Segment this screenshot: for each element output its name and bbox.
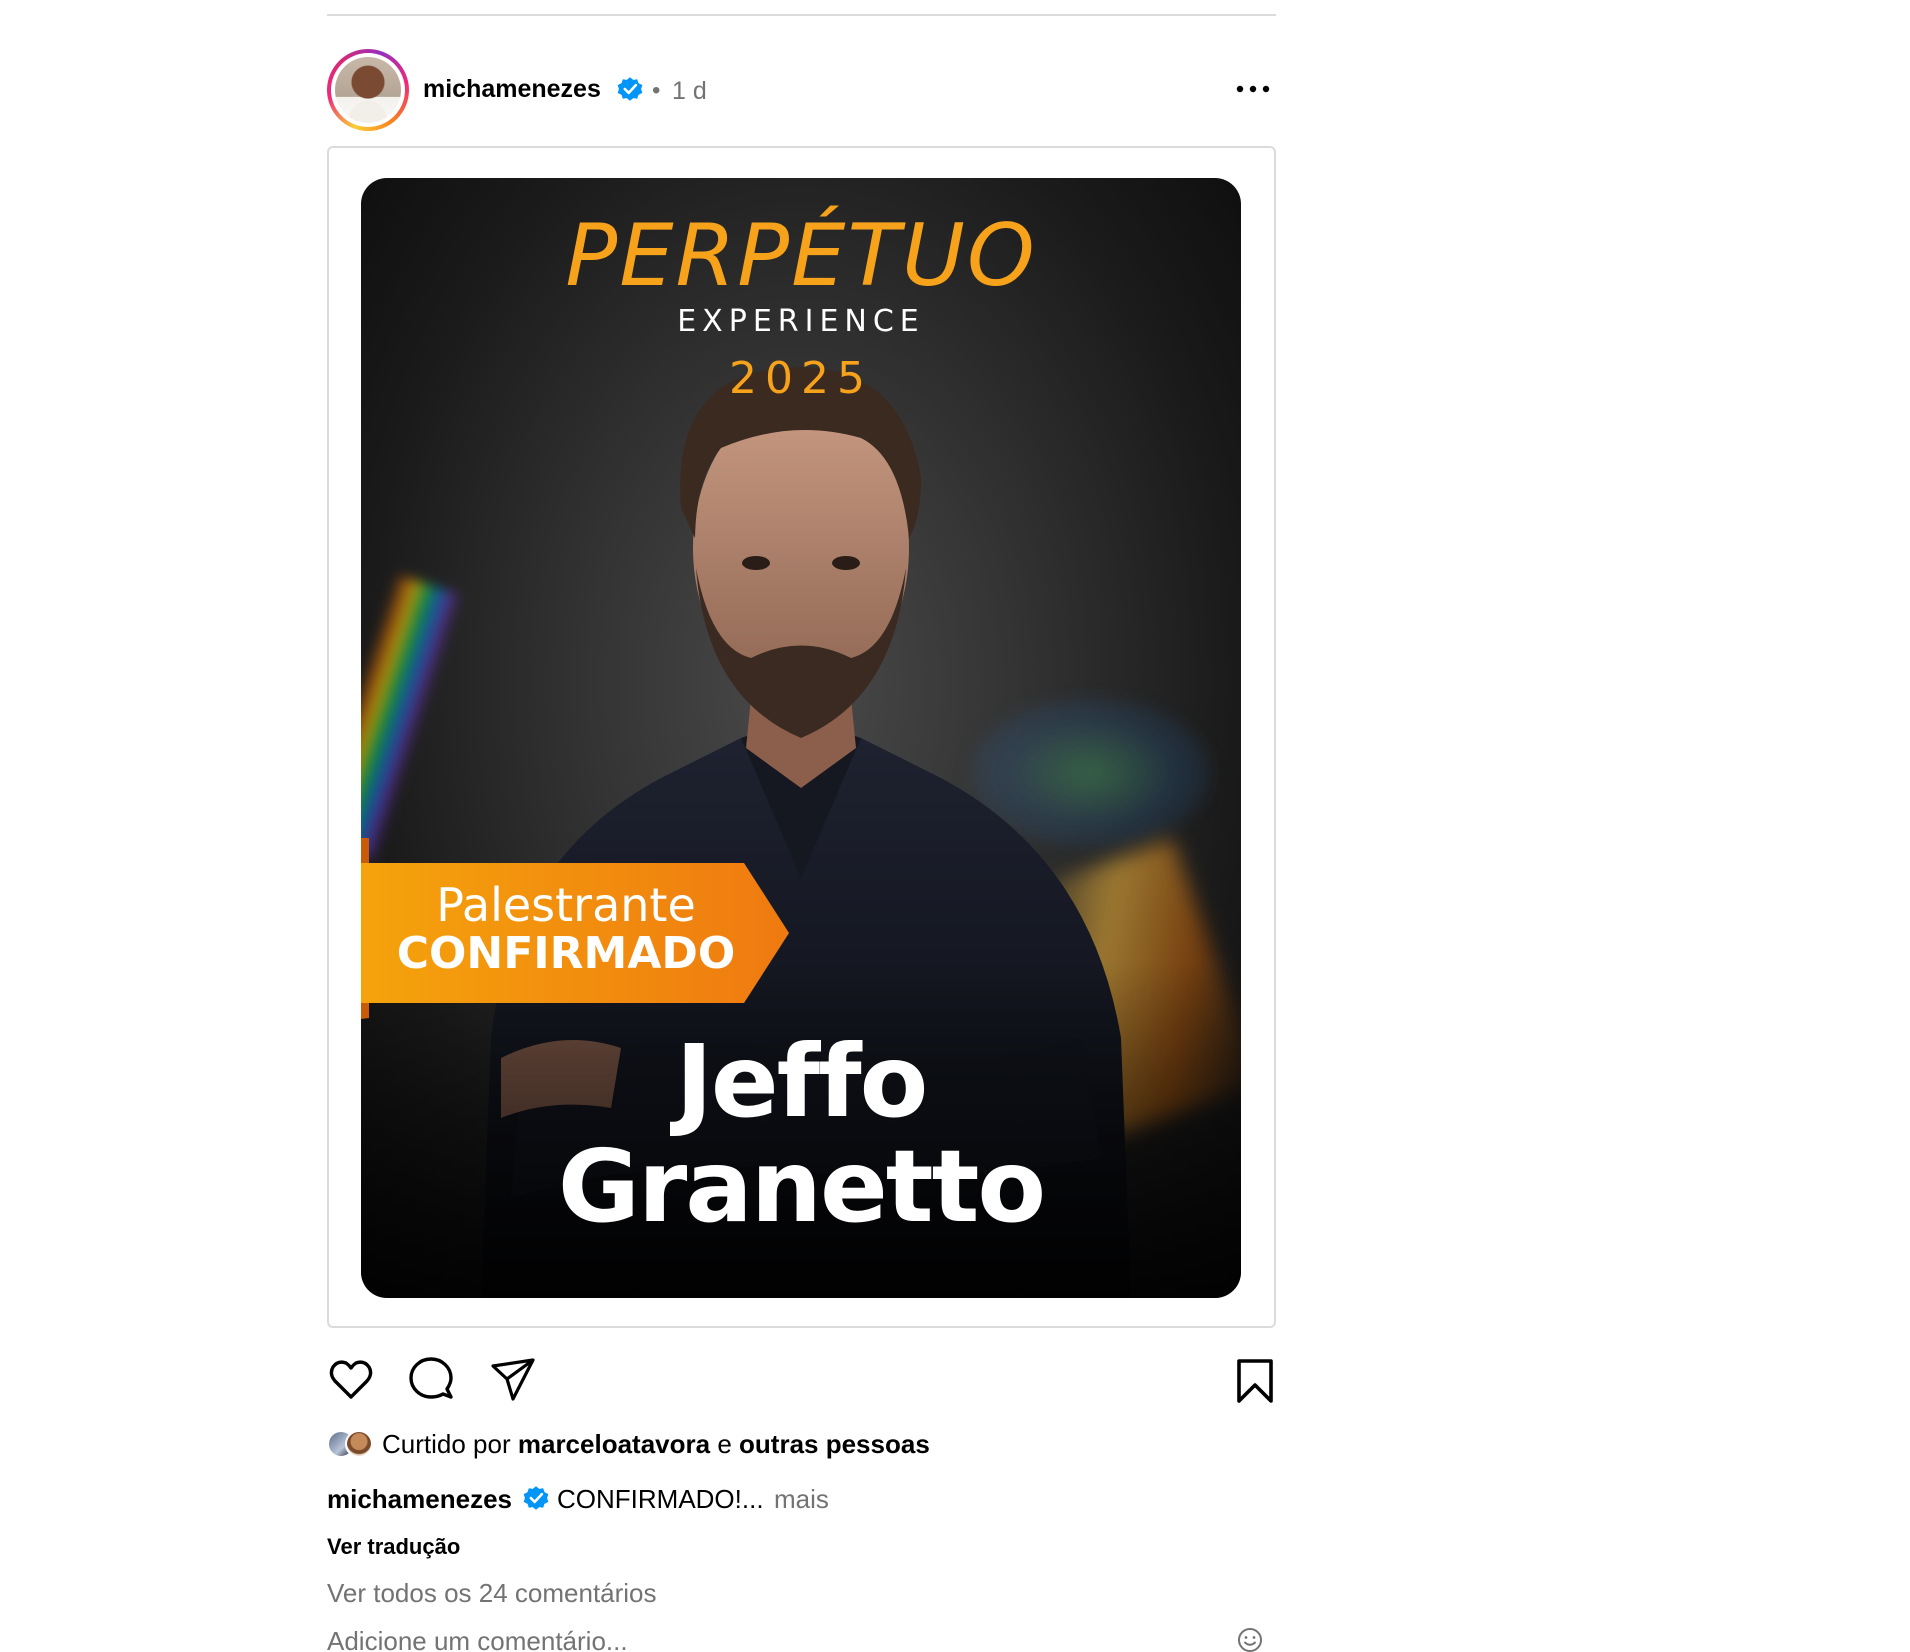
caption-username-link[interactable]: michamenezes xyxy=(327,1484,512,1515)
ribbon-label: Palestrante xyxy=(436,878,696,932)
post-caption: michamenezes CONFIRMADO!... mais xyxy=(327,1484,1276,1518)
view-all-comments-link[interactable]: Ver todos os 24 comentários xyxy=(327,1578,657,1609)
likes-summary: Curtido por marceloatavora e outras pess… xyxy=(327,1428,1276,1462)
paper-plane-icon[interactable] xyxy=(489,1355,537,1403)
other-likers-link[interactable]: outras pessoas xyxy=(739,1429,930,1459)
bookmark-icon[interactable] xyxy=(1231,1357,1279,1405)
more-horizontal-icon[interactable] xyxy=(1235,79,1271,99)
see-translation-link[interactable]: Ver tradução xyxy=(327,1534,460,1560)
username-link[interactable]: michamenezes xyxy=(423,75,601,104)
caption-more-link[interactable]: mais xyxy=(774,1484,829,1515)
event-subtitle: EXPERIENCE xyxy=(677,304,925,339)
liker-username-link[interactable]: marceloatavora xyxy=(518,1429,710,1459)
time-separator: • xyxy=(652,77,661,104)
speaker-last-name: Granetto xyxy=(557,1128,1046,1245)
likes-prefix: Curtido por xyxy=(382,1429,511,1459)
smiley-icon[interactable] xyxy=(1237,1627,1263,1652)
ribbon-status: CONFIRMADO xyxy=(396,928,736,979)
speaker-first-name: Jeffo xyxy=(675,1023,929,1140)
heart-icon[interactable] xyxy=(327,1355,375,1403)
avatar-photo xyxy=(335,57,401,123)
caption-text: CONFIRMADO!... xyxy=(557,1484,764,1514)
avatar xyxy=(345,1430,373,1458)
post-actions xyxy=(327,1355,1276,1405)
event-year: 2025 xyxy=(729,353,873,404)
likes-connector: e xyxy=(717,1429,732,1459)
add-comment-input[interactable]: Adicione um comentário... xyxy=(327,1626,628,1652)
liker-avatars[interactable] xyxy=(327,1430,375,1460)
avatar[interactable] xyxy=(327,49,409,131)
top-divider xyxy=(327,14,1276,16)
verified-badge-icon xyxy=(617,77,643,101)
event-poster: PERPÉTUO EXPERIENCE 2025 Palestrante CON… xyxy=(361,178,1241,1298)
verified-badge-icon xyxy=(523,1486,549,1510)
post-media[interactable]: PERPÉTUO EXPERIENCE 2025 Palestrante CON… xyxy=(327,146,1276,1328)
comment-icon[interactable] xyxy=(407,1355,455,1403)
post-header: michamenezes • 1 d xyxy=(327,49,1276,131)
post-time[interactable]: 1 d xyxy=(672,77,707,106)
event-title: PERPÉTUO xyxy=(565,206,1037,306)
